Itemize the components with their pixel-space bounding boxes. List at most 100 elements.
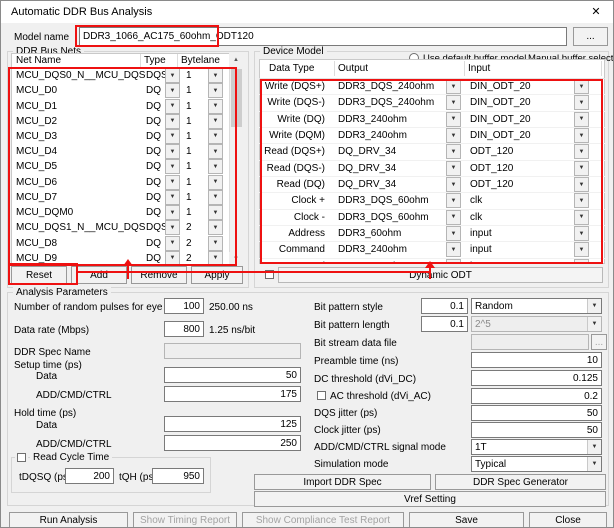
- run-analysis-button[interactable]: Run Analysis: [9, 512, 128, 528]
- device-table-row[interactable]: Address DDR3_60ohm ▼ input ▼: [259, 226, 605, 242]
- chevron-down-icon[interactable]: ▼: [574, 242, 589, 257]
- chevron-down-icon[interactable]: ▼: [208, 99, 223, 114]
- chevron-down-icon[interactable]: ▼: [446, 161, 461, 176]
- hold-data-input[interactable]: [164, 416, 301, 432]
- chevron-down-icon[interactable]: ▼: [208, 251, 223, 266]
- chevron-down-icon[interactable]: ▼: [446, 259, 461, 263]
- data-rate-input[interactable]: [164, 321, 204, 337]
- device-table-row[interactable]: Control DDR3_240ohm ▼ input ▼: [259, 259, 605, 263]
- bit-pattern-style-input[interactable]: [421, 298, 468, 314]
- hold-acc-input[interactable]: [164, 435, 301, 451]
- bit-pattern-length-input[interactable]: [421, 316, 468, 332]
- chevron-down-icon[interactable]: ▼: [574, 79, 589, 94]
- chevron-down-icon[interactable]: ▼: [208, 236, 223, 251]
- add-button[interactable]: Add: [71, 266, 127, 284]
- chevron-down-icon[interactable]: ▼: [446, 226, 461, 241]
- chevron-down-icon[interactable]: ▼: [165, 251, 180, 266]
- chevron-down-icon[interactable]: ▼: [165, 220, 180, 235]
- chevron-down-icon[interactable]: ▼: [165, 114, 180, 129]
- device-table-row[interactable]: Read (DQS+) DQ_DRV_34 ▼ ODT_120 ▼: [259, 144, 605, 160]
- bit-pattern-style-select[interactable]: Random ▼: [471, 298, 602, 314]
- remove-button[interactable]: Remove: [131, 266, 187, 284]
- chevron-down-icon[interactable]: ▼: [446, 112, 461, 127]
- ac-threshold-input[interactable]: [471, 388, 602, 404]
- chevron-down-icon[interactable]: ▼: [208, 220, 223, 235]
- simulation-mode-select[interactable]: Typical ▼: [471, 456, 602, 472]
- net-table-row[interactable]: MCU_D4 DQ ▼ 1 ▼: [11, 144, 229, 159]
- dc-threshold-input[interactable]: [471, 370, 602, 386]
- tdqsq-input[interactable]: [65, 468, 114, 484]
- chevron-down-icon[interactable]: ▼: [446, 193, 461, 208]
- chevron-down-icon[interactable]: ▼: [165, 99, 180, 114]
- device-table-row[interactable]: Write (DQM) DDR3_240ohm ▼ DIN_ODT_20 ▼: [259, 128, 605, 144]
- chevron-down-icon[interactable]: ▼: [574, 95, 589, 110]
- device-table-row[interactable]: Clock - DDR3_DQS_60ohm ▼ clk ▼: [259, 210, 605, 226]
- chevron-down-icon[interactable]: ▼: [208, 205, 223, 220]
- net-table-row[interactable]: MCU_D1 DQ ▼ 1 ▼: [11, 98, 229, 113]
- chevron-down-icon[interactable]: ▼: [574, 112, 589, 127]
- net-table-row[interactable]: MCU_D6 DQ ▼ 1 ▼: [11, 175, 229, 190]
- read-cycle-time-label[interactable]: Read Cycle Time: [30, 452, 112, 463]
- chevron-down-icon[interactable]: ▼: [208, 159, 223, 174]
- chevron-down-icon[interactable]: ▼: [574, 226, 589, 241]
- apply-button[interactable]: Apply: [191, 266, 243, 284]
- setup-acc-input[interactable]: [164, 386, 301, 402]
- chevron-down-icon[interactable]: ▼: [165, 129, 180, 144]
- chevron-down-icon[interactable]: ▼: [165, 83, 180, 98]
- device-table-row[interactable]: Write (DQ) DDR3_240ohm ▼ DIN_ODT_20 ▼: [259, 112, 605, 128]
- net-table-row[interactable]: MCU_D5 DQ ▼ 1 ▼: [11, 159, 229, 174]
- scroll-down-icon[interactable]: ▼: [229, 252, 243, 266]
- import-ddr-spec-button[interactable]: Import DDR Spec: [254, 474, 431, 490]
- device-table-row[interactable]: Write (DQS-) DDR3_DQS_240ohm ▼ DIN_ODT_2…: [259, 95, 605, 111]
- net-table-row[interactable]: MCU_D9 DQ ▼ 2 ▼: [11, 251, 229, 266]
- chevron-down-icon[interactable]: ▼: [574, 177, 589, 192]
- vref-setting-button[interactable]: Vref Setting: [254, 491, 606, 507]
- device-table-row[interactable]: Read (DQ) DQ_DRV_34 ▼ ODT_120 ▼: [259, 177, 605, 193]
- chevron-down-icon[interactable]: ▼: [208, 129, 223, 144]
- chevron-down-icon[interactable]: ▼: [208, 144, 223, 159]
- net-table-row[interactable]: MCU_DQS1_N__MCU_DQS1_P DQS ▼ 2 ▼: [11, 220, 229, 235]
- device-table-row[interactable]: Write (DQS+) DDR3_DQS_240ohm ▼ DIN_ODT_2…: [259, 79, 605, 95]
- chevron-down-icon[interactable]: ▼: [446, 79, 461, 94]
- net-table-row[interactable]: MCU_D0 DQ ▼ 1 ▼: [11, 83, 229, 98]
- chevron-down-icon[interactable]: ▼: [208, 190, 223, 205]
- net-table-row[interactable]: MCU_DQM0 DQ ▼ 1 ▼: [11, 205, 229, 220]
- chevron-down-icon[interactable]: ▼: [587, 457, 601, 471]
- dynamic-odt-checkbox[interactable]: [265, 270, 274, 279]
- device-table-row[interactable]: Read (DQS-) DQ_DRV_34 ▼ ODT_120 ▼: [259, 161, 605, 177]
- model-name-input[interactable]: [79, 27, 567, 46]
- preamble-input[interactable]: [471, 352, 602, 368]
- chevron-down-icon[interactable]: ▼: [446, 210, 461, 225]
- chevron-down-icon[interactable]: ▼: [165, 144, 180, 159]
- dqs-jitter-input[interactable]: [471, 405, 602, 421]
- net-table-row[interactable]: MCU_DQS0_N__MCU_DQS0_P DQS ▼ 1 ▼: [11, 68, 229, 83]
- tqh-input[interactable]: [152, 468, 204, 484]
- net-table-row[interactable]: MCU_D2 DQ ▼ 1 ▼: [11, 114, 229, 129]
- close-button[interactable]: Close: [529, 512, 607, 528]
- chevron-down-icon[interactable]: ▼: [446, 144, 461, 159]
- reset-button[interactable]: Reset: [11, 266, 67, 284]
- chevron-down-icon[interactable]: ▼: [446, 242, 461, 257]
- chevron-down-icon[interactable]: ▼: [574, 144, 589, 159]
- chevron-down-icon[interactable]: ▼: [574, 161, 589, 176]
- read-cycle-time-checkbox[interactable]: [17, 453, 26, 462]
- scroll-up-icon[interactable]: ▲: [229, 53, 243, 67]
- pulses-input[interactable]: [164, 298, 204, 314]
- net-table-row[interactable]: MCU_D3 DQ ▼ 1 ▼: [11, 129, 229, 144]
- chevron-down-icon[interactable]: ▼: [165, 175, 180, 190]
- chevron-down-icon[interactable]: ▼: [587, 299, 601, 313]
- clock-jitter-input[interactable]: [471, 422, 602, 438]
- close-icon[interactable]: ✕: [581, 1, 611, 23]
- chevron-down-icon[interactable]: ▼: [165, 205, 180, 220]
- scrollbar-thumb[interactable]: [231, 69, 242, 127]
- dynamic-odt-bar[interactable]: Dynamic ODT: [278, 267, 603, 283]
- net-table-row[interactable]: MCU_D8 DQ ▼ 2 ▼: [11, 235, 229, 250]
- chevron-down-icon[interactable]: ▼: [208, 83, 223, 98]
- chevron-down-icon[interactable]: ▼: [208, 114, 223, 129]
- chevron-down-icon[interactable]: ▼: [165, 159, 180, 174]
- model-browse-button[interactable]: ...: [573, 27, 608, 46]
- chevron-down-icon[interactable]: ▼: [446, 128, 461, 143]
- device-table-row[interactable]: Clock + DDR3_DQS_60ohm ▼ clk ▼: [259, 193, 605, 209]
- chevron-down-icon[interactable]: ▼: [208, 68, 223, 83]
- ddr-spec-generator-button[interactable]: DDR Spec Generator: [435, 474, 606, 490]
